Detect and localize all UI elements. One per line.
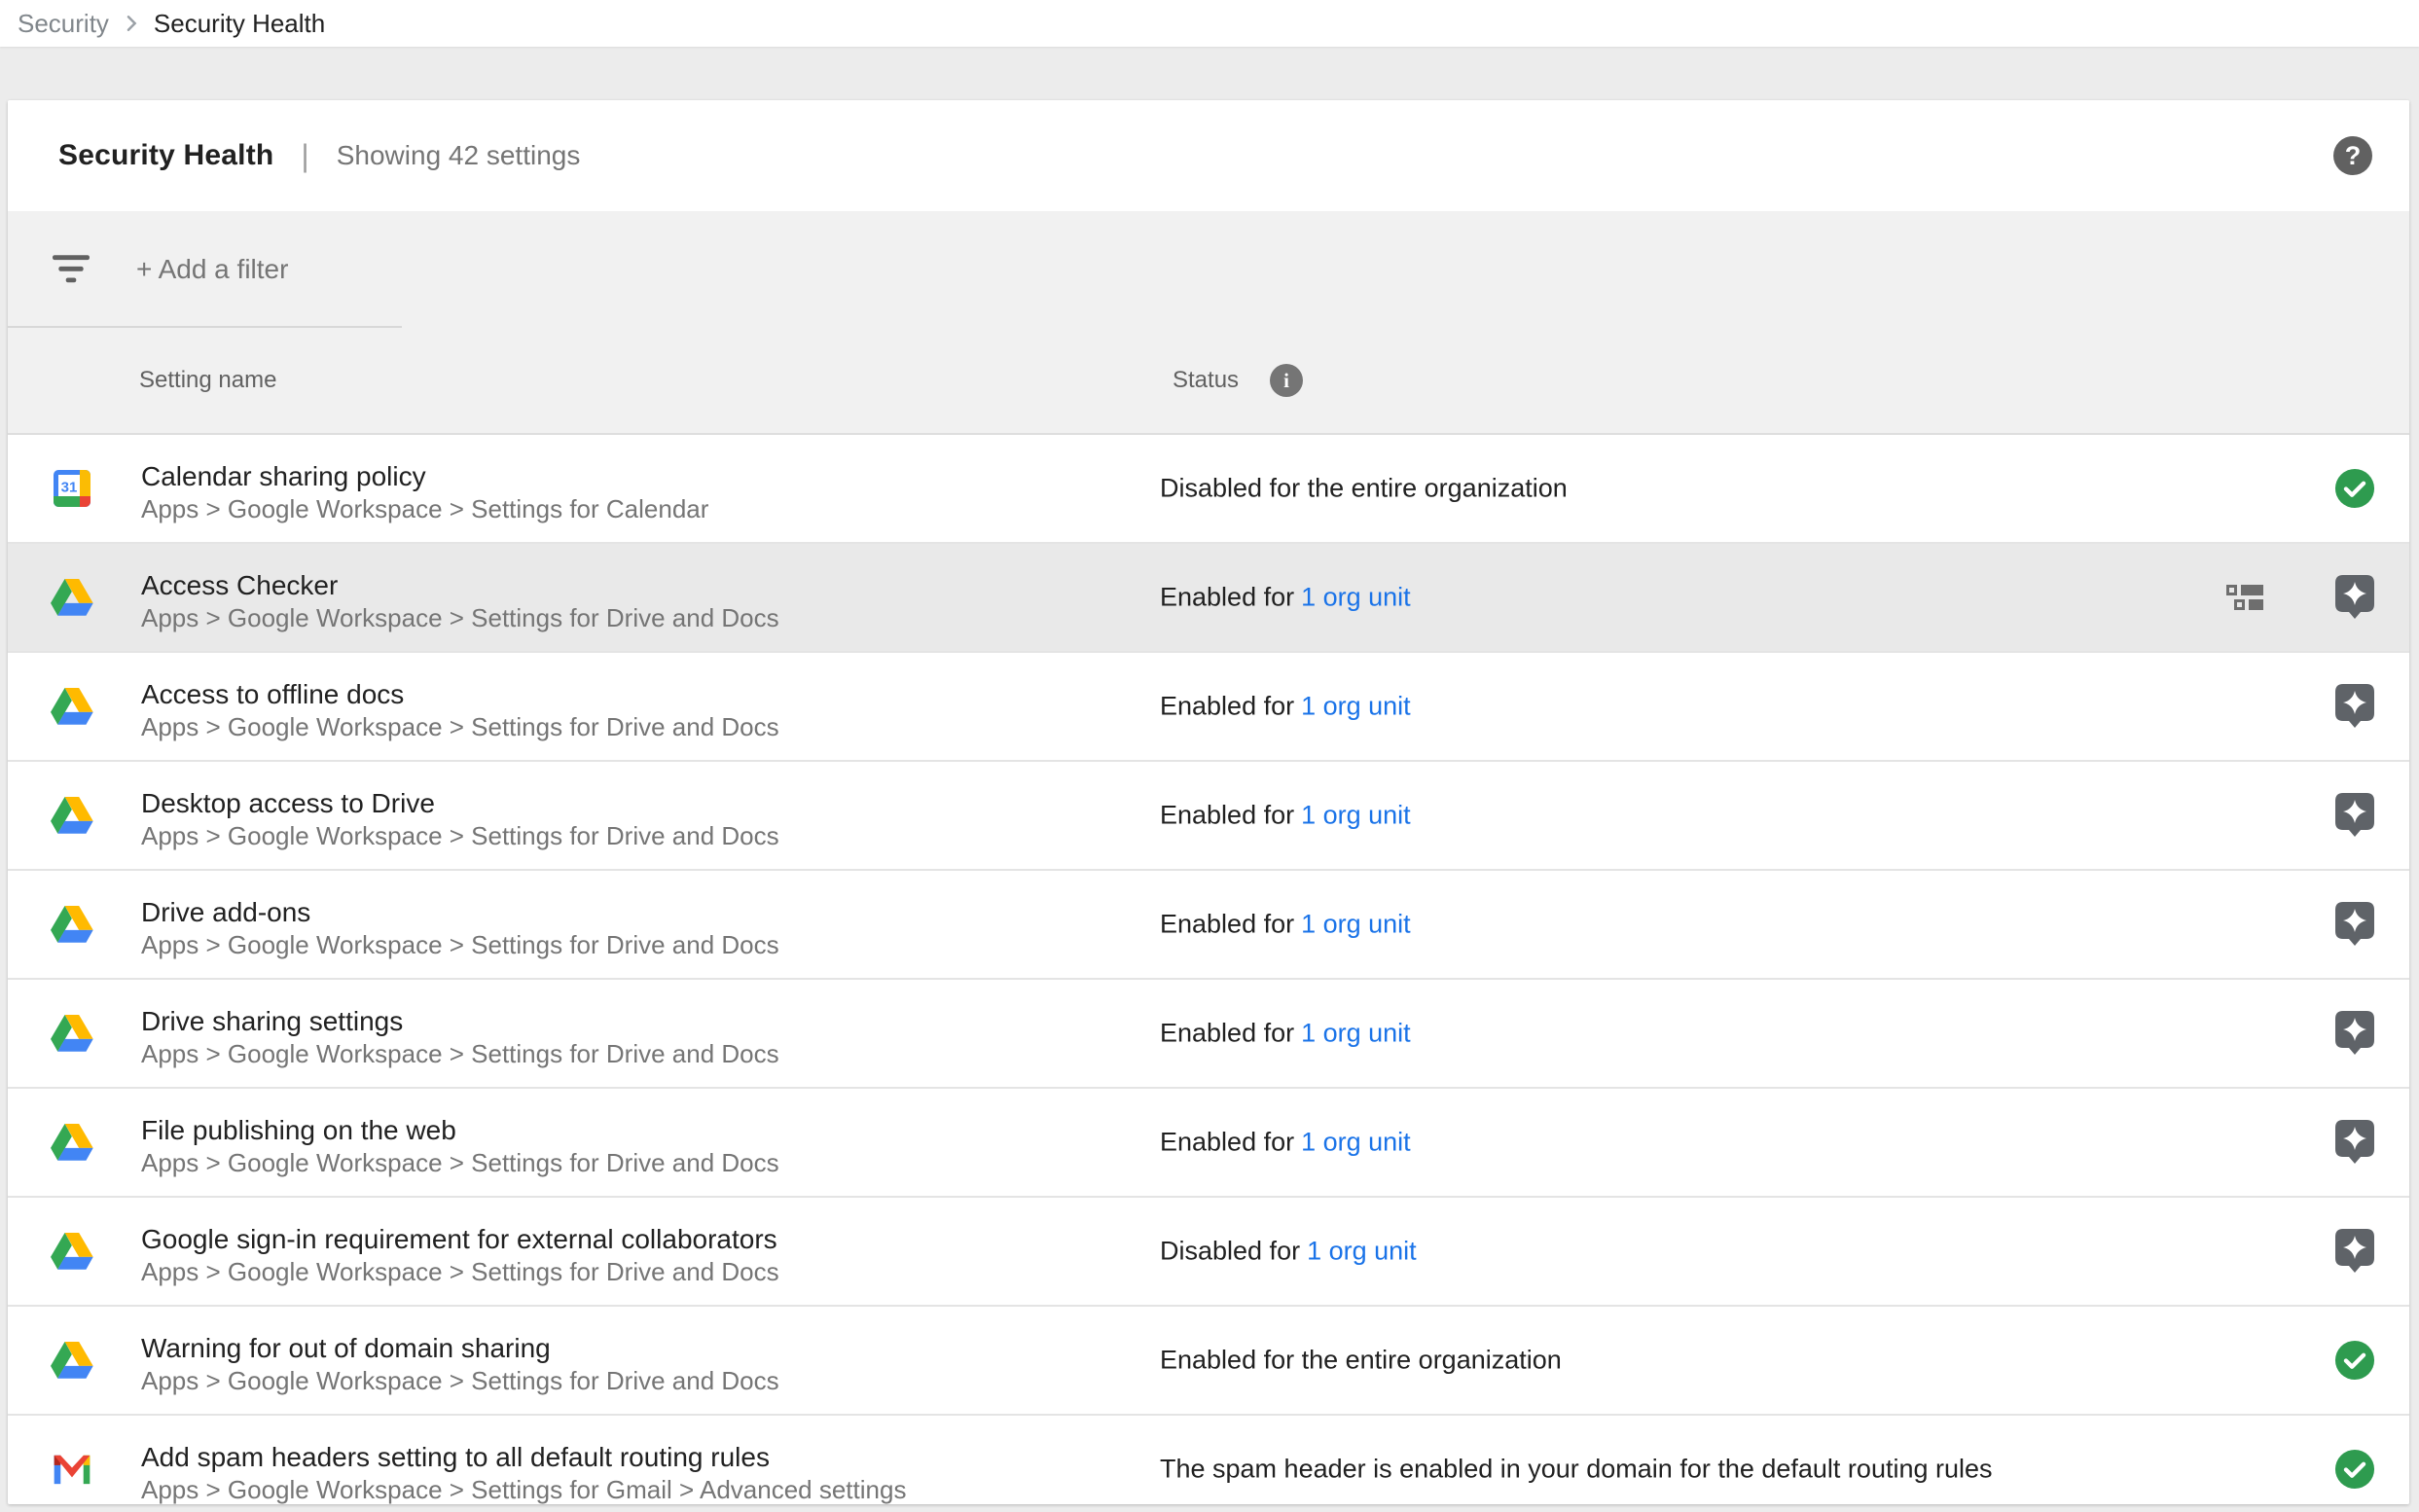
- table-header: Setting name Status i: [8, 328, 2409, 435]
- breadcrumb-parent-link[interactable]: Security: [18, 9, 109, 39]
- setting-name: File publishing on the web: [141, 1114, 456, 1147]
- org-unit-link[interactable]: 1 org unit: [1301, 583, 1411, 612]
- setting-path: Apps > Google Workspace > Settings for G…: [141, 1474, 906, 1504]
- setting-path: Apps > Google Workspace > Settings for D…: [141, 1147, 779, 1178]
- recommendation-flag-icon[interactable]: [2335, 684, 2374, 728]
- table-row[interactable]: 31 Calendar sharing policy Apps > Google…: [8, 435, 2409, 544]
- setting-status: Enabled for1 org unit: [1160, 1019, 1411, 1049]
- setting-path: Apps > Google Workspace > Settings for D…: [141, 1256, 779, 1287]
- setting-path: Apps > Google Workspace > Settings for D…: [141, 929, 779, 960]
- google-drive-icon: [51, 1012, 93, 1055]
- table-row[interactable]: File publishing on the web Apps > Google…: [8, 1089, 2409, 1198]
- setting-name: Drive sharing settings: [141, 1005, 403, 1038]
- org-units-list-icon: [2226, 585, 2263, 610]
- setting-status: Disabled for the entire organization: [1160, 474, 1568, 504]
- info-icon[interactable]: i: [1270, 364, 1303, 397]
- status-text: Enabled for: [1160, 583, 1294, 612]
- recommendation-flag-icon[interactable]: [2335, 1011, 2374, 1055]
- setting-status: Enabled for1 org unit: [1160, 692, 1411, 722]
- table-row[interactable]: Google sign-in requirement for external …: [8, 1198, 2409, 1307]
- setting-name: Add spam headers setting to all default …: [141, 1441, 770, 1474]
- status-text: Disabled for: [1160, 1237, 1300, 1266]
- chevron-right-icon: [121, 13, 142, 34]
- google-drive-icon: [51, 794, 93, 837]
- status-text: Disabled for the entire organization: [1160, 474, 1568, 503]
- add-filter-button[interactable]: + Add a filter: [136, 254, 288, 285]
- table-row[interactable]: Drive add-ons Apps > Google Workspace > …: [8, 871, 2409, 980]
- status-text: Enabled for: [1160, 1019, 1294, 1048]
- google-gmail-icon: [51, 1448, 93, 1491]
- setting-status: Enabled for1 org unit: [1160, 1128, 1411, 1158]
- setting-status: Enabled for the entire organization: [1160, 1346, 1562, 1376]
- card-header: Security Health | Showing 42 settings ?: [8, 100, 2409, 211]
- setting-path: Apps > Google Workspace > Settings for D…: [141, 820, 779, 851]
- table-row[interactable]: Desktop access to Drive Apps > Google Wo…: [8, 762, 2409, 871]
- breadcrumb: Security Security Health: [0, 0, 2419, 47]
- recommendation-flag-icon[interactable]: [2335, 1120, 2374, 1164]
- settings-table-body: 31 Calendar sharing policy Apps > Google…: [8, 435, 2409, 1504]
- google-drive-icon: [51, 903, 93, 946]
- recommendation-flag-icon[interactable]: [2335, 1229, 2374, 1273]
- setting-name: Warning for out of domain sharing: [141, 1332, 551, 1365]
- table-row[interactable]: Access to offline docs Apps > Google Wor…: [8, 653, 2409, 762]
- org-unit-link[interactable]: 1 org unit: [1301, 1128, 1411, 1157]
- setting-path: Apps > Google Workspace > Settings for D…: [141, 1038, 779, 1069]
- org-unit-link[interactable]: 1 org unit: [1307, 1237, 1417, 1266]
- setting-name: Access to offline docs: [141, 678, 404, 711]
- google-drive-icon: [51, 685, 93, 728]
- status-text: Enabled for: [1160, 692, 1294, 721]
- org-unit-link[interactable]: 1 org unit: [1301, 910, 1411, 939]
- setting-name: Desktop access to Drive: [141, 787, 435, 820]
- column-status: Status i: [1173, 364, 1303, 397]
- setting-path: Apps > Google Workspace > Settings for D…: [141, 711, 779, 742]
- org-unit-link[interactable]: 1 org unit: [1301, 692, 1411, 721]
- setting-name: Drive add-ons: [141, 896, 310, 929]
- google-drive-icon: [51, 1339, 93, 1382]
- google-drive-icon: [51, 1121, 93, 1164]
- setting-path: Apps > Google Workspace > Settings for C…: [141, 493, 708, 524]
- setting-path: Apps > Google Workspace > Settings for D…: [141, 1365, 779, 1396]
- table-row[interactable]: Add spam headers setting to all default …: [8, 1416, 2409, 1504]
- column-setting-name: Setting name: [139, 367, 276, 394]
- status-ok-icon: [2334, 1449, 2375, 1490]
- status-text: The spam header is enabled in your domai…: [1160, 1455, 1993, 1484]
- setting-status: Disabled for1 org unit: [1160, 1237, 1417, 1267]
- status-text: Enabled for: [1160, 801, 1294, 830]
- setting-name: Google sign-in requirement for external …: [141, 1223, 777, 1256]
- filter-bar: + Add a filter: [8, 211, 2409, 328]
- recommendation-flag-icon[interactable]: [2335, 575, 2374, 619]
- title-divider: |: [301, 138, 308, 174]
- status-ok-icon: [2334, 1340, 2375, 1381]
- page-title: Security Health: [58, 139, 273, 172]
- recommendation-flag-icon[interactable]: [2335, 793, 2374, 837]
- settings-count: Showing 42 settings: [337, 140, 581, 171]
- setting-status: The spam header is enabled in your domai…: [1160, 1455, 1993, 1485]
- table-row[interactable]: Access Checker Apps > Google Workspace >…: [8, 544, 2409, 653]
- setting-status: Enabled for1 org unit: [1160, 801, 1411, 831]
- breadcrumb-current: Security Health: [154, 9, 325, 39]
- google-drive-icon: [51, 1230, 93, 1273]
- setting-status: Enabled for1 org unit: [1160, 910, 1411, 940]
- status-text: Enabled for: [1160, 910, 1294, 939]
- google-drive-icon: [51, 576, 93, 619]
- help-question-icon[interactable]: ?: [2333, 136, 2372, 175]
- svg-text:31: 31: [61, 480, 78, 496]
- setting-path: Apps > Google Workspace > Settings for D…: [141, 602, 779, 633]
- setting-name: Calendar sharing policy: [141, 460, 426, 493]
- status-text: Enabled for the entire organization: [1160, 1346, 1562, 1375]
- google-calendar-icon: 31: [51, 467, 93, 510]
- status-ok-icon: [2334, 468, 2375, 509]
- setting-status: Enabled for1 org unit: [1160, 583, 1411, 613]
- filter-list-icon[interactable]: [53, 255, 90, 284]
- org-unit-link[interactable]: 1 org unit: [1301, 801, 1411, 830]
- setting-name: Access Checker: [141, 569, 338, 602]
- table-row[interactable]: Drive sharing settings Apps > Google Wor…: [8, 980, 2409, 1089]
- column-status-label: Status: [1173, 367, 1239, 394]
- recommendation-flag-icon[interactable]: [2335, 902, 2374, 946]
- security-health-card: Security Health | Showing 42 settings ? …: [8, 100, 2409, 1504]
- status-text: Enabled for: [1160, 1128, 1294, 1157]
- org-unit-link[interactable]: 1 org unit: [1301, 1019, 1411, 1048]
- table-row[interactable]: Warning for out of domain sharing Apps >…: [8, 1307, 2409, 1416]
